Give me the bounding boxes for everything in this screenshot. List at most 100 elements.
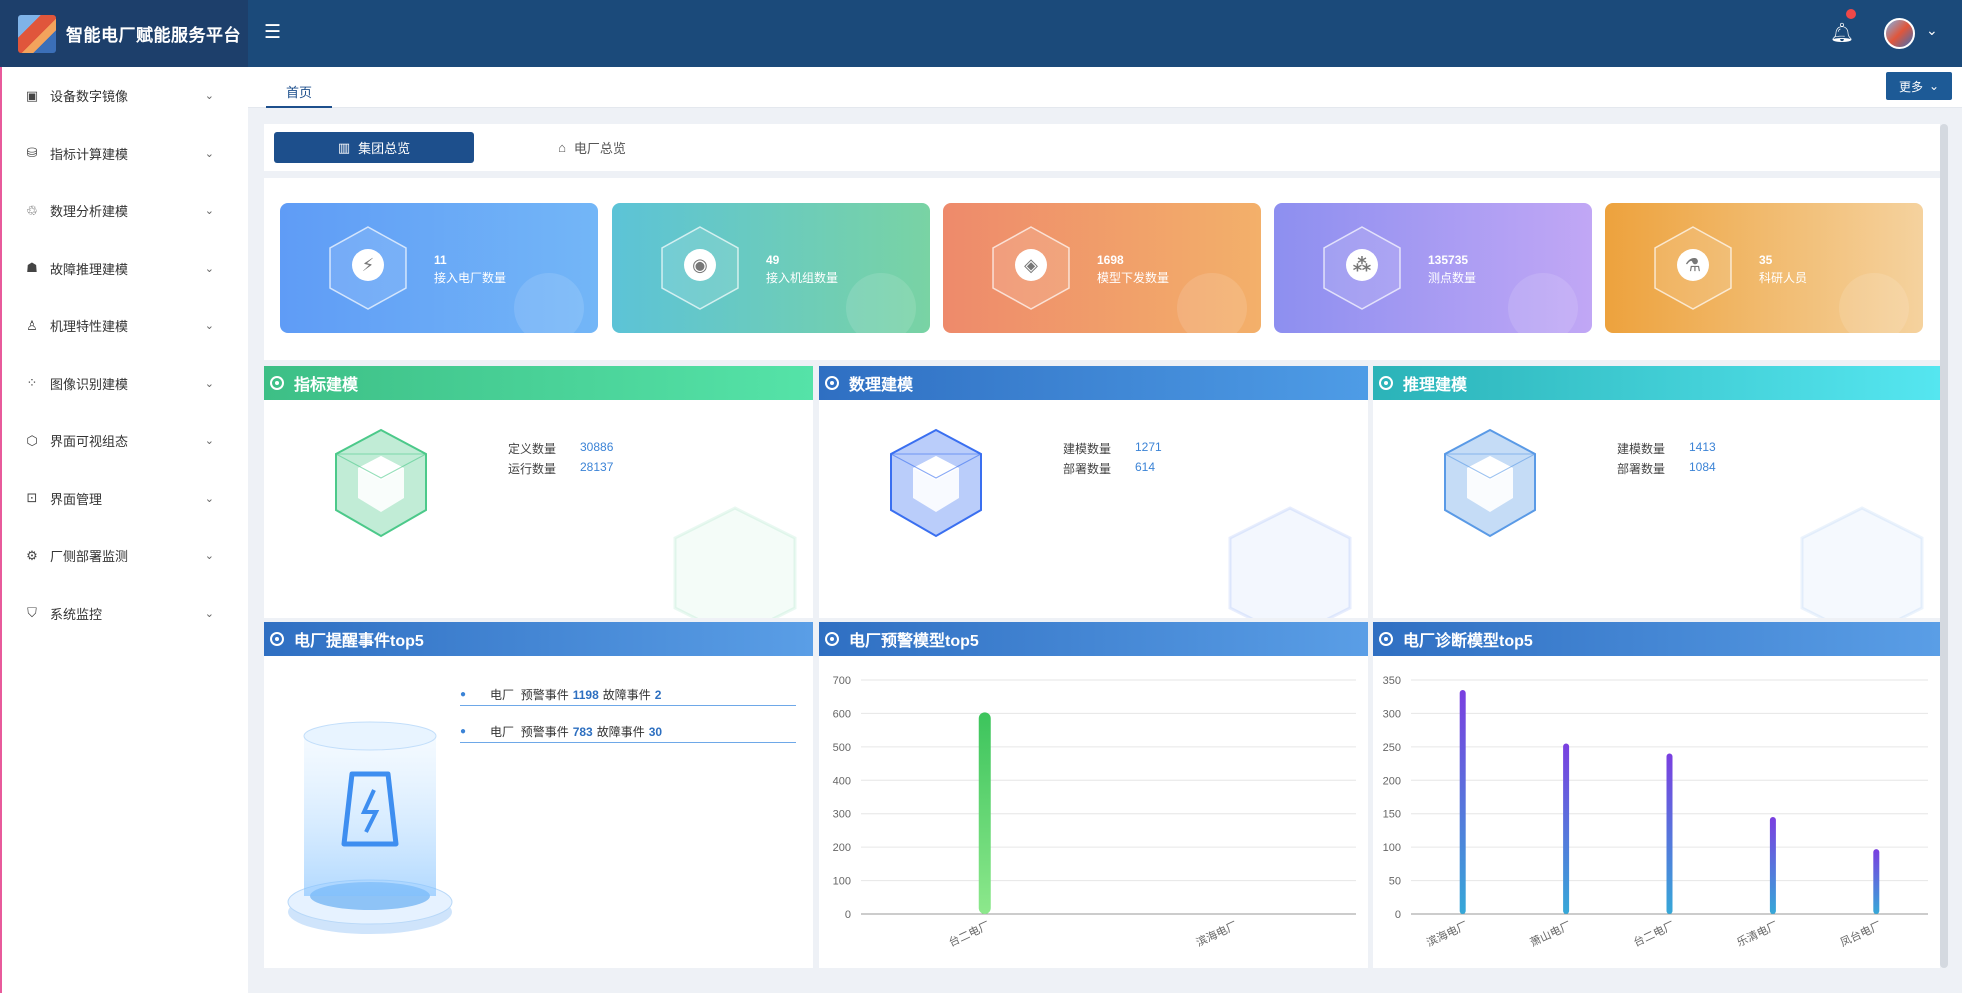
chevron-down-icon[interactable]: ⌄	[1926, 22, 1938, 39]
stat-value: 35	[1759, 253, 1773, 267]
sidebar-item-2[interactable]: ♲ 数理分析建模 ⌄	[2, 182, 248, 240]
sidebar-item-5[interactable]: ⁘ 图像识别建模 ⌄	[2, 355, 248, 413]
chevron-down-icon[interactable]: ⌄	[205, 262, 214, 275]
more-button[interactable]: 更多 ⌄	[1886, 72, 1952, 100]
chevron-down-icon[interactable]: ⌄	[205, 549, 214, 562]
menu-fold-icon[interactable]: ☰	[264, 22, 286, 44]
bullet-icon: ●	[460, 726, 467, 737]
plant-overview-label: 电厂总览	[573, 141, 626, 156]
event-warn-value: 783	[572, 724, 593, 739]
sidebar-item-label: 机理特性建模	[50, 319, 129, 335]
sidebar-item-0[interactable]: ▣ 设备数字镜像 ⌄	[2, 67, 248, 125]
sidebar-item-1[interactable]: ⛁ 指标计算建模 ⌄	[2, 125, 248, 183]
notification-dot	[1846, 9, 1856, 19]
avatar[interactable]	[1884, 18, 1915, 49]
sidebar-item-label: 设备数字镜像	[50, 89, 129, 105]
monitor-icon: ⚙	[26, 547, 38, 563]
stat-card-2[interactable]: ◈ 1698 模型下发数量	[943, 203, 1261, 333]
stat-row-label: 部署数量	[1063, 462, 1112, 476]
sidebar-item-label: 界面管理	[50, 491, 103, 507]
stat-card-3[interactable]: ⁂ 135735 测点数量	[1274, 203, 1592, 333]
x-tick-label: 台二电厂	[946, 918, 992, 949]
event-warn-value: 1198	[572, 687, 599, 702]
y-tick-label: 200	[833, 842, 851, 854]
brand-logo	[18, 14, 56, 53]
tab-home[interactable]: 首页	[266, 79, 332, 108]
chevron-down-icon[interactable]: ⌄	[205, 492, 214, 505]
sidebar-item-8[interactable]: ⚙ 厂侧部署监测 ⌄	[2, 527, 248, 585]
y-tick-label: 300	[1383, 708, 1401, 720]
event-row[interactable]: ● 电厂 预警事件 783 故障事件 30	[460, 721, 796, 743]
warning-model-chart-panel: 电厂预警模型top5 0 100 200 300 400 500 600 700 台二电厂 滨海电…	[819, 622, 1368, 968]
stat-label: 接入机组数量	[766, 271, 839, 285]
event-row[interactable]: ● 电厂 预警事件 1198 故障事件 2	[460, 684, 796, 706]
model-panel-header: 推理建模	[1373, 366, 1940, 400]
stat-row-value: 28137	[580, 460, 614, 474]
stat-cards: ⚡ 11 接入电厂数量 ◉ 49 接入机组数量 ◈ 1698 模型下发数量 ⁂ 135735 测点数量…	[264, 178, 1940, 360]
device-icon: ▣	[25, 87, 39, 103]
building-icon: ▥	[337, 139, 351, 155]
event-warn-label: 预警事件	[520, 688, 569, 702]
bar	[1873, 849, 1880, 914]
stat-card-4[interactable]: ⚗ 35 科研人员	[1605, 203, 1923, 333]
sidebar-item-3[interactable]: ☗ 故障推理建模 ⌄	[2, 240, 248, 298]
panel-header-icon	[825, 376, 839, 390]
analysis-icon: ♲	[26, 202, 38, 218]
stat-label: 测点数量	[1428, 271, 1477, 285]
chevron-down-icon[interactable]: ⌄	[205, 147, 214, 160]
model-stats: 建模数量 1271 部署数量 614	[1063, 440, 1162, 480]
plant-overview-button[interactable]: ⌂ 电厂总览	[532, 132, 652, 163]
mechanism-icon: ♙	[26, 317, 38, 333]
shield-icon: ⛉	[27, 605, 37, 621]
chevron-down-icon[interactable]: ⌄	[205, 319, 214, 332]
bell-icon[interactable]: 🔔︎	[1830, 21, 1854, 45]
chevron-down-icon[interactable]: ⌄	[205, 434, 214, 447]
stat-row-label: 定义数量	[508, 442, 557, 456]
y-tick-label: 300	[833, 809, 851, 821]
panel-header-icon	[1379, 376, 1393, 390]
event-warn-label: 预警事件	[520, 725, 569, 739]
unit-icon: ◉	[684, 249, 716, 281]
brand[interactable]: 智能电厂赋能服务平台	[0, 0, 248, 67]
events-panel: 电厂提醒事件top5 ● 电厂 预警事件 1198 故障事件 2 ● 电厂 预警事件 783 故…	[264, 622, 813, 968]
sidebar-item-6[interactable]: ⬡ 界面可视组态 ⌄	[2, 412, 248, 470]
stat-row-value: 1413	[1689, 440, 1716, 454]
event-plant: 电厂	[490, 688, 515, 702]
event-fault-label: 故障事件	[602, 688, 651, 702]
diagnosis-model-chart-header: 电厂诊断模型top5	[1373, 622, 1940, 656]
chevron-down-icon[interactable]: ⌄	[205, 89, 214, 102]
sidebar-item-7[interactable]: ⊡ 界面管理 ⌄	[2, 470, 248, 528]
x-tick-label: 凤台电厂	[1838, 918, 1884, 949]
sidebar-item-9[interactable]: ⛉ 系统监控 ⌄	[2, 585, 248, 643]
model-panel-0: 指标建模 定义数量 30886 运行数量 28137	[264, 366, 813, 618]
config-icon: ⬡	[26, 432, 38, 448]
stat-label: 科研人员	[1759, 271, 1808, 285]
model-panel-header: 指标建模	[264, 366, 813, 400]
stat-row-label: 部署数量	[1617, 462, 1666, 476]
y-tick-label: 400	[833, 775, 851, 787]
scrollbar[interactable]	[1940, 124, 1948, 968]
stat-card-0[interactable]: ⚡ 11 接入电厂数量	[280, 203, 598, 333]
chevron-down-icon[interactable]: ⌄	[205, 607, 214, 620]
stat-row: 部署数量 1084	[1617, 460, 1716, 480]
sidebar-item-4[interactable]: ♙ 机理特性建模 ⌄	[2, 297, 248, 355]
stat-row-value: 1084	[1689, 460, 1716, 474]
stat-value: 11	[434, 253, 447, 267]
y-tick-label: 0	[845, 909, 851, 921]
chevron-down-icon[interactable]: ⌄	[205, 204, 214, 217]
bar	[1666, 753, 1673, 914]
chevron-down-icon[interactable]: ⌄	[205, 377, 214, 390]
diagnosis-model-chart-panel: 电厂诊断模型top5 0 50 100 150 200 250 300 350 滨海电厂 萧山电厂…	[1373, 622, 1940, 968]
stat-value: 135735	[1428, 253, 1469, 267]
y-tick-label: 350	[1383, 675, 1401, 687]
sidebar-item-label: 厂侧部署监测	[50, 549, 129, 565]
group-overview-button[interactable]: ▥ 集团总览	[274, 132, 474, 163]
bar	[1769, 817, 1776, 914]
stat-card-1[interactable]: ◉ 49 接入机组数量	[612, 203, 930, 333]
events-panel-title: 电厂提醒事件top5	[294, 633, 424, 650]
model-panel-title: 指标建模	[294, 377, 359, 394]
x-tick-label: 滨海电厂	[1424, 918, 1470, 949]
brand-title: 智能电厂赋能服务平台	[66, 26, 241, 45]
model-panel-title: 推理建模	[1403, 377, 1468, 394]
model-icon: ◈	[1015, 249, 1047, 281]
